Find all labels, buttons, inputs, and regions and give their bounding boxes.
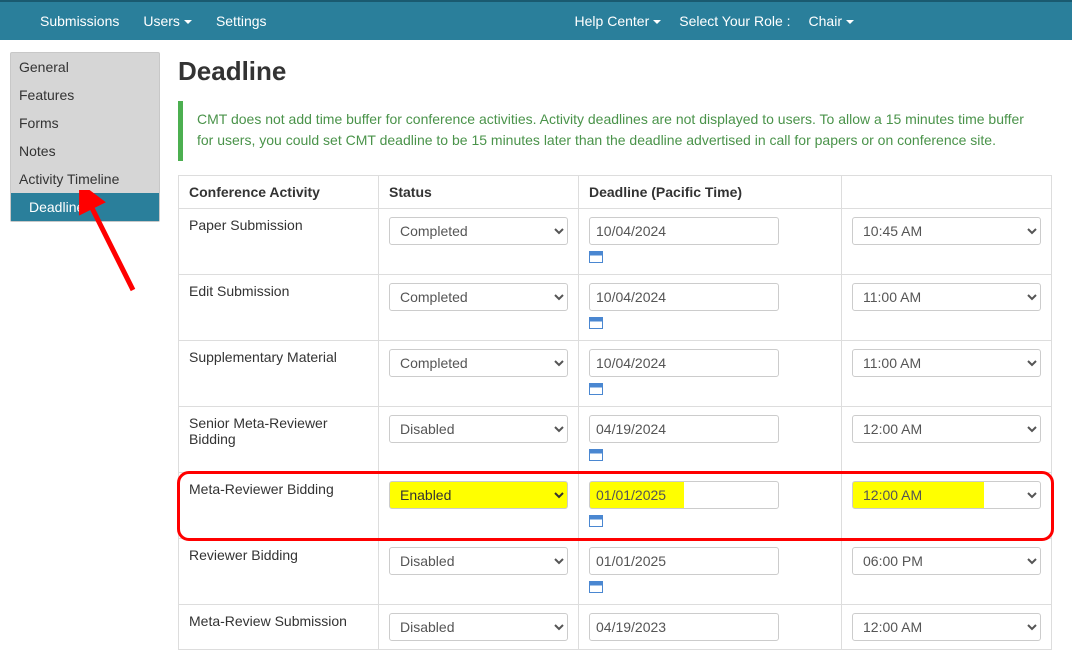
time-select[interactable]: 12:00 AM bbox=[852, 613, 1041, 641]
table-row: Edit Submission Completed 11:00 AM bbox=[179, 275, 1052, 341]
col-header-status: Status bbox=[379, 176, 579, 209]
top-navbar: Submissions Users Settings Help Center S… bbox=[0, 0, 1072, 40]
date-input[interactable] bbox=[589, 217, 779, 245]
calendar-icon[interactable] bbox=[589, 317, 603, 329]
time-select[interactable]: 06:00 PM bbox=[852, 547, 1041, 575]
status-select[interactable]: Disabled bbox=[389, 415, 568, 443]
status-select[interactable]: Enabled bbox=[389, 481, 568, 509]
sidebar-item-deadline[interactable]: Deadline bbox=[11, 193, 159, 221]
time-select[interactable]: 12:00 AM bbox=[852, 415, 1041, 443]
calendar-icon[interactable] bbox=[589, 449, 603, 461]
nav-help-center-dropdown[interactable]: Help Center bbox=[575, 13, 662, 29]
nav-settings[interactable]: Settings bbox=[216, 13, 267, 29]
calendar-icon[interactable] bbox=[589, 515, 603, 527]
sidebar-item-activity-timeline[interactable]: Activity Timeline bbox=[11, 165, 159, 193]
status-select[interactable]: Disabled bbox=[389, 547, 568, 575]
sidebar-item-notes[interactable]: Notes bbox=[11, 137, 159, 165]
role-label: Select Your Role : bbox=[679, 13, 790, 29]
status-select[interactable]: Completed bbox=[389, 349, 568, 377]
date-input[interactable] bbox=[589, 613, 779, 641]
nav-users-dropdown[interactable]: Users bbox=[143, 13, 192, 29]
date-input[interactable] bbox=[589, 547, 779, 575]
status-select[interactable]: Completed bbox=[389, 217, 568, 245]
activity-label: Senior Meta-Reviewer Bidding bbox=[179, 407, 379, 473]
activity-label: Paper Submission bbox=[179, 209, 379, 275]
table-row: Paper Submission Completed 10:45 AM bbox=[179, 209, 1052, 275]
time-select[interactable]: 11:00 AM bbox=[852, 283, 1041, 311]
date-input[interactable] bbox=[589, 415, 779, 443]
table-row: Senior Meta-Reviewer Bidding Disabled 12… bbox=[179, 407, 1052, 473]
status-select[interactable]: Completed bbox=[389, 283, 568, 311]
main-content: Deadline CMT does not add time buffer fo… bbox=[160, 40, 1072, 670]
nav-submissions[interactable]: Submissions bbox=[40, 13, 119, 29]
activity-label: Edit Submission bbox=[179, 275, 379, 341]
time-select[interactable]: 10:45 AM bbox=[852, 217, 1041, 245]
status-select[interactable]: Disabled bbox=[389, 613, 568, 641]
activity-label: Meta-Reviewer Bidding bbox=[179, 473, 379, 539]
table-row-highlighted: Meta-Reviewer Bidding Enabled 12:00 AM bbox=[179, 473, 1052, 539]
calendar-icon[interactable] bbox=[589, 251, 603, 263]
date-input[interactable] bbox=[589, 283, 779, 311]
date-input[interactable] bbox=[589, 481, 779, 509]
time-select[interactable]: 12:00 AM bbox=[852, 481, 1041, 509]
sidebar-item-forms[interactable]: Forms bbox=[11, 109, 159, 137]
sidebar-item-general[interactable]: General bbox=[11, 53, 159, 81]
date-input[interactable] bbox=[589, 349, 779, 377]
calendar-icon[interactable] bbox=[589, 383, 603, 395]
calendar-icon[interactable] bbox=[589, 581, 603, 593]
deadline-table: Conference Activity Status Deadline (Pac… bbox=[178, 175, 1052, 650]
sidebar: General Features Forms Notes Activity Ti… bbox=[0, 40, 160, 670]
activity-label: Supplementary Material bbox=[179, 341, 379, 407]
time-select[interactable]: 11:00 AM bbox=[852, 349, 1041, 377]
activity-label: Meta-Review Submission bbox=[179, 605, 379, 650]
table-row: Supplementary Material Completed 11:00 A… bbox=[179, 341, 1052, 407]
col-header-activity: Conference Activity bbox=[179, 176, 379, 209]
sidebar-item-features[interactable]: Features bbox=[11, 81, 159, 109]
col-header-time bbox=[842, 176, 1052, 209]
page-title: Deadline bbox=[178, 56, 1052, 87]
table-row: Meta-Review Submission Disabled 12:00 AM bbox=[179, 605, 1052, 650]
role-selector[interactable]: Chair bbox=[809, 13, 854, 29]
info-alert: CMT does not add time buffer for confere… bbox=[178, 101, 1052, 161]
table-row: Reviewer Bidding Disabled 06:00 PM bbox=[179, 539, 1052, 605]
col-header-deadline: Deadline (Pacific Time) bbox=[579, 176, 842, 209]
activity-label: Reviewer Bidding bbox=[179, 539, 379, 605]
